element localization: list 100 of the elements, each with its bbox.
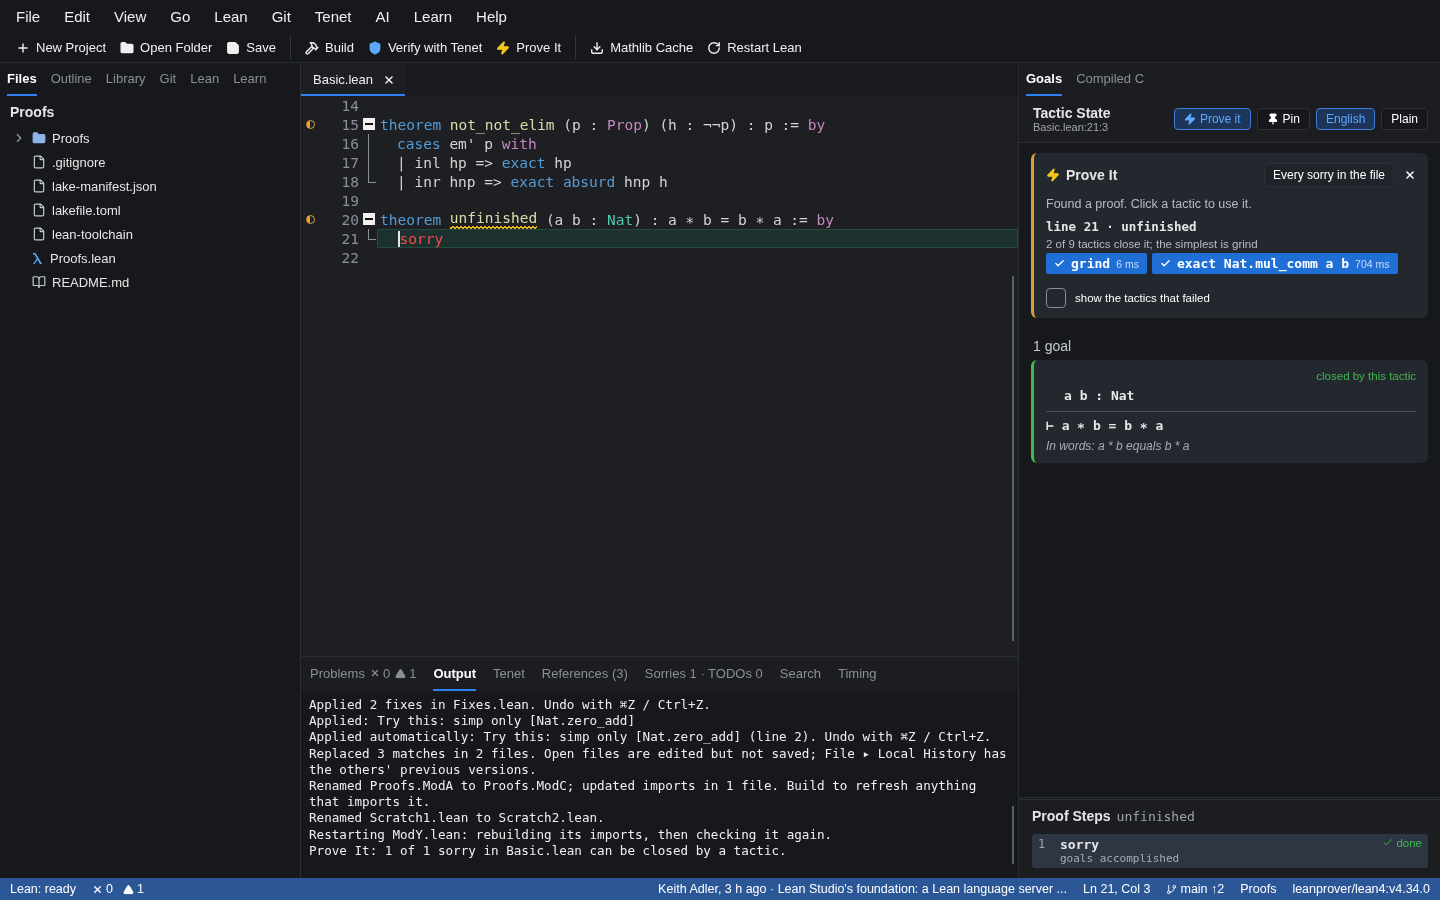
panel-tab[interactable]: Sorries 1 · TODOs 0 <box>644 657 763 691</box>
panel-tab[interactable]: Output <box>433 657 476 691</box>
toolbar-button[interactable]: Verify with Tenet <box>361 36 489 59</box>
error-icon <box>369 668 380 678</box>
tactic-button[interactable]: grind 6 ms <box>1046 253 1147 274</box>
output-line: Applied 2 fixes in Fixes.lean. Undo with ⌘Z / Ctrl+Z. <box>309 697 712 714</box>
toolbar-button[interactable]: Save <box>220 36 282 59</box>
toolbar-button[interactable]: Mathlib Cache <box>584 36 700 59</box>
sidebar-tab[interactable]: Library <box>105 63 146 96</box>
error-count[interactable]: 0 <box>92 882 113 896</box>
sidebar-tab[interactable]: Files <box>7 63 37 96</box>
code-line: cases em' p with <box>396 134 538 153</box>
error-icon <box>92 883 104 895</box>
toolbar-button[interactable]: Prove It <box>490 36 568 59</box>
file-tree-item[interactable]: Proofs <box>0 126 300 150</box>
scope-button[interactable]: Every sorry in the file <box>1263 163 1394 187</box>
step-tactic: sorry <box>1060 837 1101 852</box>
line-number: 22 <box>341 249 360 266</box>
panel-tab[interactable]: Timing <box>838 657 877 691</box>
fold-toggle[interactable] <box>363 118 375 130</box>
file-icon <box>32 203 46 217</box>
output-line: Replaced 3 matches in 2 files. Open files are edited but not saved; File ▸ Local History has the others' previous versions. <box>309 745 1008 778</box>
toolchain-version[interactable]: leanprover/lean4:v4.34.0 <box>1292 882 1430 896</box>
failed-tactics-checkbox[interactable]: show the tactics that failed <box>1046 288 1416 308</box>
result-message: Found a proof. Click a tactic to use it. <box>1046 197 1253 211</box>
menu-item[interactable]: View <box>114 8 160 25</box>
mode-toggle[interactable]: English <box>1315 108 1376 130</box>
menu-item[interactable]: Git <box>271 8 304 25</box>
output-line: Applied automatically: Try this: simp only [Nat.zero_add] (line 2). Undo with ⌘Z / Ctrl+Z. <box>309 729 993 746</box>
menu-item[interactable]: Go <box>170 8 204 25</box>
code-line: | inr hnp => exact absurd hnp h <box>396 172 669 191</box>
duration: 704 ms <box>1355 257 1390 270</box>
line-number: 14 <box>341 97 360 114</box>
menu-item[interactable]: Learn <box>413 8 466 25</box>
close-icon <box>1404 169 1416 181</box>
menu-item[interactable]: Help <box>476 8 520 25</box>
cursor-position[interactable]: Ln 21, Col 3 <box>1083 882 1151 896</box>
pin-icon <box>1266 113 1279 125</box>
line-number: 19 <box>341 192 360 209</box>
toolbar-button[interactable]: New Project <box>10 36 113 59</box>
line-number: 15 <box>341 116 360 133</box>
file-tree-item[interactable]: .gitignore <box>0 150 300 174</box>
panel-tab[interactable]: References (3) <box>541 657 628 691</box>
check-icon <box>1054 258 1065 269</box>
mode-toggle[interactable]: Plain <box>1381 108 1428 130</box>
menu-item[interactable]: Edit <box>64 8 104 25</box>
proof-state: unfinished <box>1116 808 1195 824</box>
line-number: 21 <box>341 230 360 247</box>
toolbar-button[interactable]: Build <box>299 36 360 59</box>
git-branch[interactable]: main ↑2 <box>1166 882 1225 896</box>
panel-tab[interactable]: Search <box>779 657 821 691</box>
sidebar-heading: Proofs <box>9 103 56 122</box>
code-line: theorem unfinished (a b : Nat) : a ∗ b = b ∗ a := by <box>379 210 835 229</box>
sidebar-tab[interactable]: Lean <box>190 63 220 96</box>
menu-item[interactable]: Tenet <box>314 8 365 25</box>
close-icon[interactable] <box>383 73 395 86</box>
panel-tab[interactable]: Tenet <box>493 657 525 691</box>
file-tree-item[interactable]: lean-toolchain <box>0 222 300 246</box>
action-button[interactable]: Prove it <box>1173 108 1251 130</box>
output-line: Renamed Proofs.ModA to Proofs.ModC; updated imports in 1 file. Build to refresh anything that imports it. <box>309 778 978 811</box>
panel-tab[interactable]: Compiled C <box>1076 63 1145 96</box>
server-status[interactable]: Lean: ready <box>10 882 77 896</box>
file-tree-item[interactable]: README.md <box>0 270 300 294</box>
line-number: 18 <box>341 173 360 190</box>
output-line: Restarting ModY.lean: rebuilding its imports, then checking it again. <box>309 826 834 843</box>
sidebar-tab[interactable]: Git <box>159 63 177 96</box>
output-line: Prove It: 1 of 1 sorry in Basic.lean can be closed by a tactic. <box>309 842 788 860</box>
card-title: Prove It <box>1066 167 1118 183</box>
step-status: done <box>1396 837 1422 849</box>
goal-target: ⊢ a ∗ b = b ∗ a <box>1046 418 1165 433</box>
project-name[interactable]: Proofs <box>1240 882 1277 896</box>
check-icon <box>1382 837 1394 848</box>
action-button[interactable]: Pin <box>1256 108 1310 130</box>
file-tree-item[interactable]: Proofs.lean <box>0 246 300 270</box>
warning-icon <box>123 883 134 895</box>
code-line: | inl hp => exact hp <box>396 153 573 172</box>
warning-count[interactable]: 1 <box>123 882 144 896</box>
file-tree-item[interactable]: lake-manifest.json <box>0 174 300 198</box>
duration: 6 ms <box>1116 257 1139 270</box>
toolbar-button[interactable]: Restart Lean <box>701 36 808 59</box>
commit-info[interactable]: Keith Adler, 3 h ago · Lean Studio's foundation: a Lean language server ... <box>658 882 1068 896</box>
sidebar-tab[interactable]: Outline <box>50 63 92 96</box>
fold-toggle[interactable] <box>363 213 375 225</box>
book-icon <box>32 275 46 289</box>
code-line: theorem not_not_elim (p : Prop) (h : ¬¬p) : p := by <box>379 115 827 134</box>
toolbar-button[interactable]: Open Folder <box>114 36 219 59</box>
file-tree-item[interactable]: lakefile.toml <box>0 198 300 222</box>
menu-item[interactable]: Lean <box>214 8 261 25</box>
tactic-button[interactable]: exact Nat.mul_comm a b 704 ms <box>1151 253 1398 274</box>
sidebar-tab[interactable]: Learn <box>233 63 267 96</box>
folder-icon <box>32 131 46 145</box>
output-line: Applied: Try this: simp only [Nat.zero_add] <box>309 713 637 730</box>
proof-step[interactable]: 1 sorry goals accomplished done <box>1032 834 1428 868</box>
editor-tab[interactable]: Basic.lean <box>301 63 405 96</box>
shield-icon <box>367 40 382 55</box>
plus-icon <box>16 40 30 55</box>
panel-tab[interactable]: Problems 0 1 <box>310 657 417 691</box>
branch-icon <box>1166 883 1178 895</box>
menu-item[interactable]: AI <box>375 8 403 25</box>
menu-item[interactable]: File <box>16 8 54 25</box>
